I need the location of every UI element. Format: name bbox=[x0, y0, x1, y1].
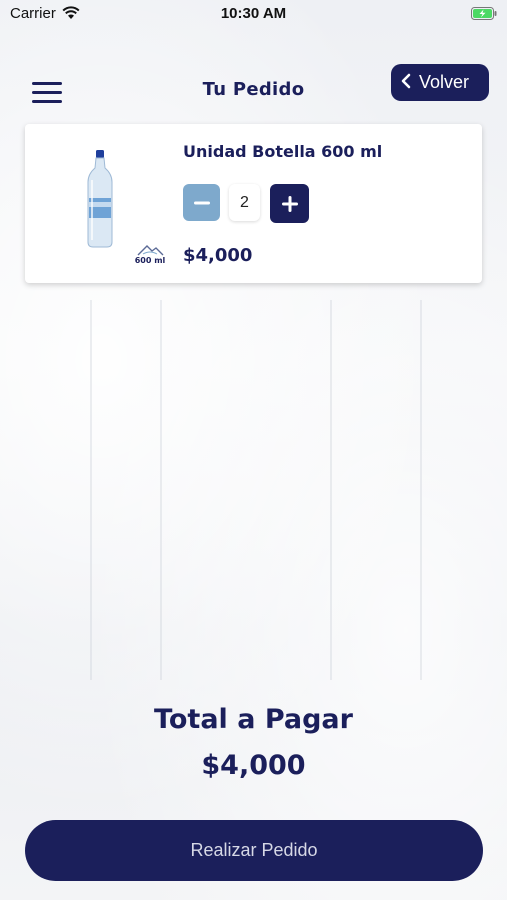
back-button[interactable]: Volver bbox=[391, 64, 489, 101]
minus-icon bbox=[193, 201, 210, 204]
place-order-button[interactable]: Realizar Pedido bbox=[25, 820, 483, 881]
plus-icon bbox=[281, 195, 298, 212]
total-label: Total a Pagar bbox=[154, 704, 353, 735]
product-name: Unidad Botella 600 ml bbox=[183, 142, 383, 161]
back-button-label: Volver bbox=[419, 72, 470, 92]
decrease-quantity-button[interactable] bbox=[183, 184, 220, 221]
size-badge-label: 600 ml bbox=[134, 256, 166, 265]
cart-item-card: 600 ml Unidad Botella 600 ml 2 $4,000 bbox=[25, 124, 482, 283]
status-bar: Carrier 10:30 AM bbox=[0, 0, 507, 28]
increase-quantity-button[interactable] bbox=[270, 184, 309, 223]
size-badge: 600 ml bbox=[133, 242, 167, 266]
product-price: $4,000 bbox=[183, 245, 253, 266]
water-bottle-icon bbox=[86, 150, 114, 248]
total-value: $4,000 bbox=[201, 750, 306, 781]
quantity-value: 2 bbox=[229, 184, 260, 221]
clock: 10:30 AM bbox=[220, 5, 287, 22]
battery-charging-icon bbox=[471, 7, 497, 20]
chevron-left-icon bbox=[401, 73, 411, 93]
header: Tu Pedido Volver bbox=[0, 60, 507, 120]
